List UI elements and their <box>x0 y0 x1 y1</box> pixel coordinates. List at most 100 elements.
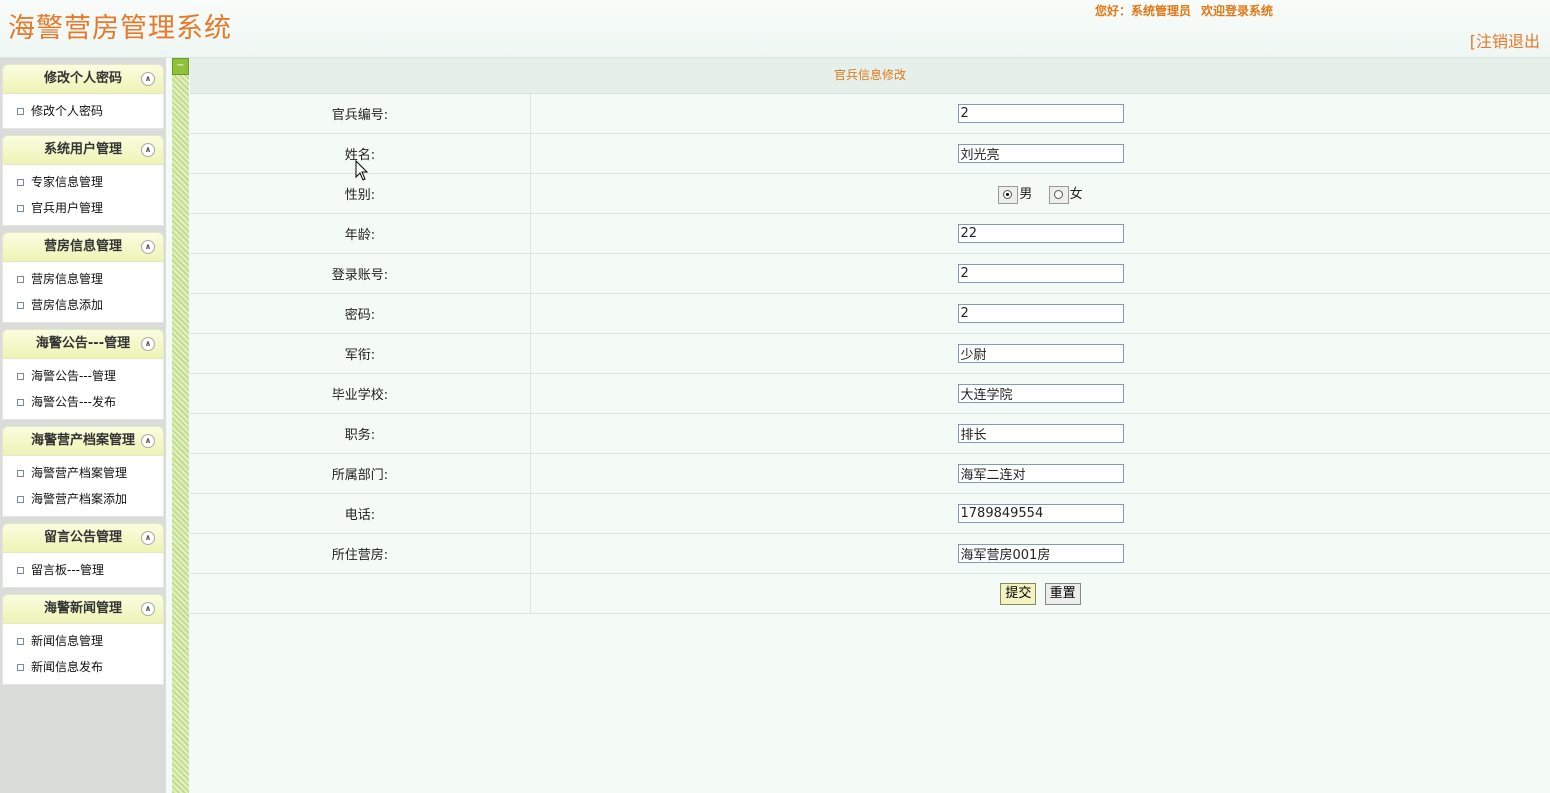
radio-button-male[interactable] <box>998 185 1019 204</box>
sidebar-item-label: 海警公告---发布 <box>31 395 116 409</box>
main-content: 官兵信息修改 官兵编号: 姓名: 性别: 男 女 年龄: 登录账号: 密码: <box>190 58 1550 793</box>
menu-header-label: 海警新闻管理 <box>43 601 122 616</box>
collapse-icon[interactable]: ∧ <box>141 602 155 616</box>
field-label-phone: 电话: <box>190 493 531 534</box>
rank-field[interactable] <box>957 344 1124 363</box>
form-row: 军衔: <box>190 333 1550 374</box>
logout-link[interactable]: [注销退出 <box>1470 28 1540 52</box>
bullet-icon <box>17 470 24 477</box>
barracks-field[interactable] <box>957 544 1124 563</box>
collapse-icon[interactable]: ∧ <box>141 240 155 254</box>
form-row: 电话: <box>190 493 1550 534</box>
mouse-cursor-icon <box>355 160 369 181</box>
sidebar-item-label: 营房信息添加 <box>31 298 104 312</box>
sidebar-item-soldier-management[interactable]: 官兵用户管理 <box>3 195 163 221</box>
field-label-rank: 军衔: <box>190 333 531 374</box>
sidebar-item-label: 海警公告---管理 <box>31 369 116 383</box>
sidebar-item-label: 官兵用户管理 <box>31 201 104 215</box>
sidebar: 修改个人密码 ∧ 修改个人密码 系统用户管理 ∧ 专家信息管理 官兵用户管理 营… <box>0 58 166 793</box>
sidebar-item-notice-publish[interactable]: 海警公告---发布 <box>3 389 163 415</box>
form-row: 年龄: <box>190 213 1550 254</box>
field-label-department: 所属部门: <box>190 453 531 494</box>
bullet-icon <box>17 108 24 115</box>
menu-group-password: 修改个人密码 ∧ 修改个人密码 <box>2 64 164 129</box>
gender-female-option[interactable]: 女 <box>1048 183 1083 204</box>
form-row: 登录账号: <box>190 253 1550 294</box>
field-label-password: 密码: <box>190 293 531 334</box>
menu-header-label: 留言公告管理 <box>43 530 122 545</box>
sidebar-item-label: 专家信息管理 <box>31 175 104 189</box>
sidebar-item-label: 修改个人密码 <box>31 104 104 118</box>
school-field[interactable] <box>957 384 1124 403</box>
age-field[interactable] <box>957 224 1124 243</box>
password-field[interactable] <box>957 304 1124 323</box>
bullet-icon <box>17 276 24 283</box>
menu-header-messages[interactable]: 留言公告管理 ∧ <box>2 523 164 553</box>
sidebar-item-archive-add[interactable]: 海警营产档案添加 <box>3 486 163 512</box>
form-row: 所住营房: <box>190 533 1550 574</box>
menu-group-archives: 海警营产档案管理 ∧ 海警营产档案管理 海警营产档案添加 <box>2 426 164 517</box>
user-greeting: 您好：系统管理员 欢迎登录系统 <box>1095 2 1283 19</box>
bullet-icon <box>17 664 24 671</box>
collapse-icon[interactable]: ∧ <box>141 337 155 351</box>
form-row: 职务: <box>190 413 1550 454</box>
field-label-age: 年龄: <box>190 213 531 254</box>
sidebar-item-barracks-management[interactable]: 营房信息管理 <box>3 266 163 292</box>
menu-header-notices[interactable]: 海警公告---管理 ∧ <box>2 329 164 359</box>
submit-button[interactable]: 提交 <box>1000 582 1037 605</box>
menu-header-label: 营房信息管理 <box>43 239 122 254</box>
collapse-icon[interactable]: ∧ <box>141 434 155 448</box>
name-field[interactable] <box>957 144 1124 163</box>
account-field[interactable] <box>957 264 1124 283</box>
department-field[interactable] <box>957 464 1124 483</box>
phone-field[interactable] <box>957 504 1124 523</box>
gender-male-option[interactable]: 男 <box>998 183 1032 204</box>
sidebar-item-news-management[interactable]: 新闻信息管理 <box>3 628 163 654</box>
sidebar-item-label: 新闻信息管理 <box>31 634 104 648</box>
sidebar-item-change-password[interactable]: 修改个人密码 <box>3 98 163 124</box>
top-header: 海警营房管理系统 您好：系统管理员 欢迎登录系统 [注销退出 <box>0 0 1550 58</box>
greeting-user: 您好：系统管理员 <box>1095 4 1192 18</box>
collapse-icon[interactable]: ∧ <box>141 72 155 86</box>
menu-header-label: 系统用户管理 <box>43 142 122 157</box>
sidebar-splitter[interactable]: − <box>172 58 189 793</box>
menu-header-label: 海警营产档案管理 <box>30 433 135 448</box>
menu-header-users[interactable]: 系统用户管理 ∧ <box>2 135 164 165</box>
soldier-edit-form: 官兵编号: 姓名: 性别: 男 女 年龄: 登录账号: 密码: 军衔: <box>190 94 1550 614</box>
gender-male-label: 男 <box>1019 187 1033 203</box>
form-actions-row: 提交 重置 <box>190 573 1550 614</box>
collapse-icon[interactable]: ∧ <box>141 143 155 157</box>
sidebar-item-label: 留言板---管理 <box>31 563 104 577</box>
field-label-barracks: 所住营房: <box>190 533 531 574</box>
menu-header-news[interactable]: 海警新闻管理 ∧ <box>2 594 164 624</box>
radio-button-female[interactable] <box>1048 185 1069 204</box>
sidebar-item-notice-management[interactable]: 海警公告---管理 <box>3 363 163 389</box>
field-label-account: 登录账号: <box>190 253 531 294</box>
reset-button[interactable]: 重置 <box>1044 582 1081 605</box>
menu-group-users: 系统用户管理 ∧ 专家信息管理 官兵用户管理 <box>2 135 164 226</box>
collapse-icon[interactable]: ∧ <box>141 531 155 545</box>
collapse-sidebar-icon[interactable]: − <box>172 58 189 75</box>
menu-header-barracks[interactable]: 营房信息管理 ∧ <box>2 232 164 262</box>
sidebar-item-expert-management[interactable]: 专家信息管理 <box>3 169 163 195</box>
number-field[interactable] <box>957 104 1124 123</box>
field-label-school: 毕业学校: <box>190 373 531 414</box>
sidebar-item-news-publish[interactable]: 新闻信息发布 <box>3 654 163 680</box>
bullet-icon <box>17 567 24 574</box>
sidebar-item-label: 营房信息管理 <box>31 272 104 286</box>
form-row: 密码: <box>190 293 1550 334</box>
menu-header-password[interactable]: 修改个人密码 ∧ <box>2 64 164 94</box>
greeting-welcome: 欢迎登录系统 <box>1201 4 1274 18</box>
sidebar-item-message-board[interactable]: 留言板---管理 <box>3 557 163 583</box>
field-label-number: 官兵编号: <box>190 94 531 134</box>
menu-header-archives[interactable]: 海警营产档案管理 ∧ <box>2 426 164 456</box>
app-title: 海警营房管理系统 <box>8 13 232 44</box>
sidebar-item-label: 海警营产档案添加 <box>31 492 128 506</box>
form-caption: 官兵信息修改 <box>190 58 1550 94</box>
sidebar-item-archive-management[interactable]: 海警营产档案管理 <box>3 460 163 486</box>
sidebar-item-barracks-add[interactable]: 营房信息添加 <box>3 292 163 318</box>
position-field[interactable] <box>957 424 1124 443</box>
bullet-icon <box>17 205 24 212</box>
bullet-icon <box>17 373 24 380</box>
menu-header-label: 修改个人密码 <box>43 71 122 86</box>
